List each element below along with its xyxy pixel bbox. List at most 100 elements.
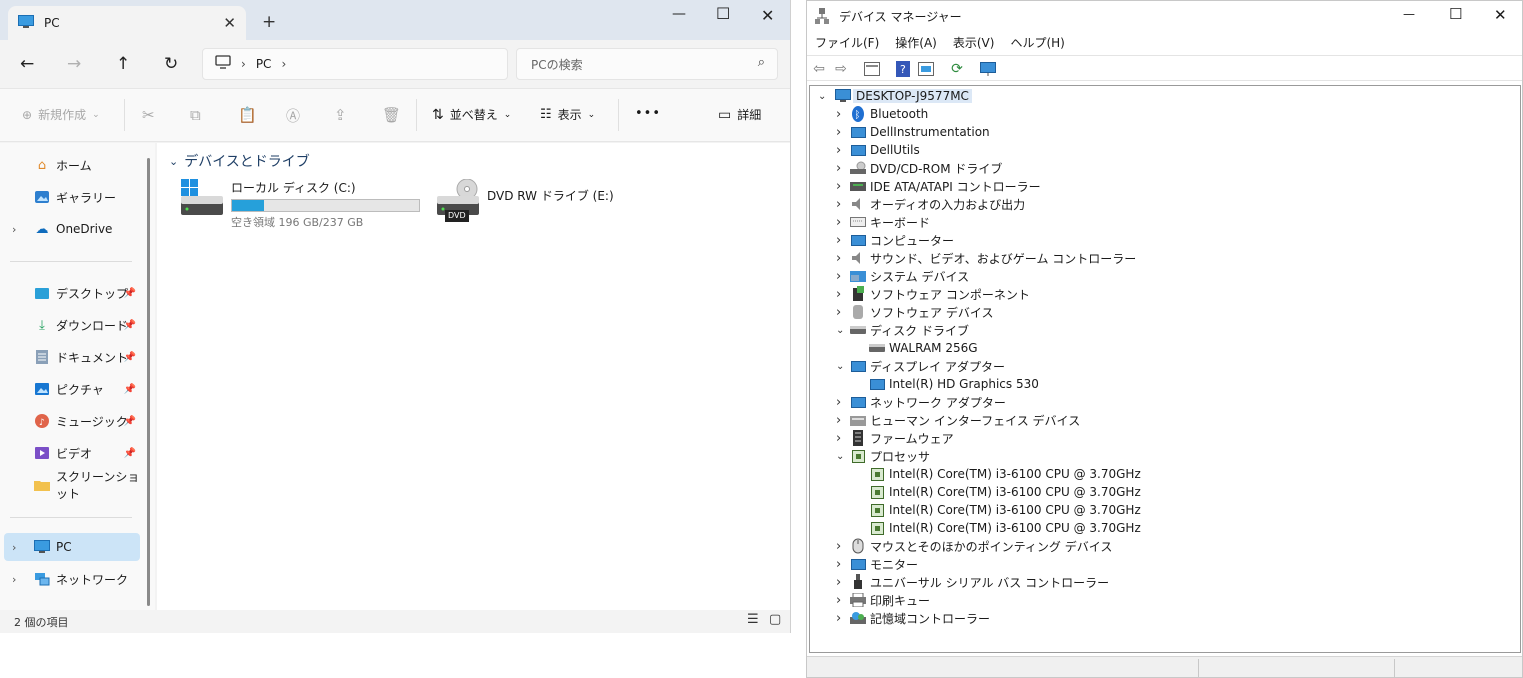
sort-button[interactable]: ⇅ 並べ替え ⌄ bbox=[432, 106, 511, 123]
chevron-right-icon[interactable]: › bbox=[12, 573, 16, 586]
view-button[interactable]: ☷ 表示 ⌄ bbox=[540, 106, 595, 123]
tree-category[interactable]: › ユニバーサル シリアル バス コントローラー bbox=[810, 573, 1500, 591]
details-view-icon[interactable]: ☰ bbox=[747, 612, 759, 627]
expand-chevron-right-icon[interactable]: › bbox=[836, 161, 841, 176]
details-button[interactable]: ▭ 詳細 bbox=[718, 106, 761, 123]
expand-chevron-right-icon[interactable]: › bbox=[836, 539, 841, 554]
pin-icon[interactable]: 📌 bbox=[124, 416, 136, 427]
dm-maximize-button[interactable]: ☐ bbox=[1449, 5, 1462, 23]
tree-category[interactable]: › 印刷キュー bbox=[810, 591, 1500, 609]
expand-chevron-down-icon[interactable]: ⌄ bbox=[836, 325, 844, 336]
nav-item-home[interactable]: ⌂ ホーム bbox=[4, 151, 140, 179]
pin-icon[interactable]: 📌 bbox=[124, 320, 136, 331]
pin-icon[interactable]: 📌 bbox=[124, 288, 136, 299]
copy-icon[interactable]: ⧉ bbox=[190, 106, 201, 124]
nav-item-music[interactable]: ♪ ミュージック 📌 bbox=[4, 407, 140, 435]
expand-chevron-down-icon[interactable]: ⌄ bbox=[836, 361, 844, 372]
tree-category[interactable]: ⌄ プロセッサ bbox=[810, 447, 1500, 465]
expand-chevron-right-icon[interactable]: › bbox=[836, 107, 841, 122]
tree-device[interactable]: Intel(R) Core(TM) i3-6100 CPU @ 3.70GHz bbox=[810, 501, 1500, 519]
new-tab-button[interactable]: + bbox=[262, 12, 276, 32]
breadcrumb-pc[interactable]: PC bbox=[256, 57, 272, 71]
dm-minimize-button[interactable]: — bbox=[1403, 7, 1415, 21]
expand-chevron-right-icon[interactable]: › bbox=[836, 179, 841, 194]
tree-device[interactable]: Intel(R) Core(TM) i3-6100 CPU @ 3.70GHz bbox=[810, 465, 1500, 483]
up-button[interactable]: ↑ bbox=[116, 54, 130, 74]
expand-chevron-down-icon[interactable]: ⌄ bbox=[818, 91, 826, 102]
expand-chevron-right-icon[interactable]: › bbox=[836, 215, 841, 230]
expand-chevron-right-icon[interactable]: › bbox=[836, 557, 841, 572]
search-input[interactable]: PCの検索 bbox=[531, 56, 583, 73]
expand-chevron-right-icon[interactable]: › bbox=[836, 233, 841, 248]
expand-chevron-right-icon[interactable]: › bbox=[836, 197, 841, 212]
menu-action[interactable]: 操作(A) bbox=[895, 34, 937, 51]
tree-root[interactable]: ⌄ DESKTOP-J9577MC bbox=[818, 87, 1018, 105]
minimize-button[interactable]: — bbox=[672, 6, 686, 22]
menu-file[interactable]: ファイル(F) bbox=[815, 34, 879, 51]
update-driver-icon[interactable] bbox=[917, 60, 935, 78]
forward-button[interactable]: → bbox=[67, 54, 81, 74]
tree-category[interactable]: › コンピューター bbox=[810, 231, 1500, 249]
dm-close-button[interactable]: ✕ bbox=[1494, 6, 1507, 24]
tab-pc[interactable]: PC ✕ bbox=[8, 6, 246, 40]
close-window-button[interactable]: ✕ bbox=[761, 6, 774, 25]
monitor-icon[interactable] bbox=[979, 60, 997, 78]
back-arrow-icon[interactable]: ⇦ bbox=[810, 60, 828, 78]
tree-device[interactable]: Intel(R) Core(TM) i3-6100 CPU @ 3.70GHz bbox=[810, 519, 1500, 537]
expand-chevron-right-icon[interactable]: › bbox=[836, 593, 841, 608]
nav-item-downloads[interactable]: ⤓ ダウンロード 📌 bbox=[4, 311, 140, 339]
expand-chevron-right-icon[interactable]: › bbox=[836, 251, 841, 266]
expand-chevron-right-icon[interactable]: › bbox=[836, 125, 841, 140]
pin-icon[interactable]: 📌 bbox=[124, 448, 136, 459]
properties-icon[interactable] bbox=[863, 60, 881, 78]
tree-category[interactable]: › ソフトウェア デバイス bbox=[810, 303, 1500, 321]
tree-device[interactable]: Intel(R) Core(TM) i3-6100 CPU @ 3.70GHz bbox=[810, 483, 1500, 501]
tree-category[interactable]: › システム デバイス bbox=[810, 267, 1500, 285]
share-icon[interactable]: ⇪ bbox=[334, 106, 347, 124]
tree-category[interactable]: › IDE ATA/ATAPI コントローラー bbox=[810, 177, 1500, 195]
drive-c[interactable]: ローカル ディスク (C:) 空き領域 196 GB/237 GB bbox=[179, 179, 420, 230]
expand-chevron-right-icon[interactable]: › bbox=[836, 575, 841, 590]
rename-icon[interactable]: Ⓐ bbox=[286, 106, 300, 126]
tree-category[interactable]: › サウンド、ビデオ、およびゲーム コントローラー bbox=[810, 249, 1500, 267]
expand-chevron-right-icon[interactable]: › bbox=[836, 611, 841, 626]
tree-category[interactable]: › DellInstrumentation bbox=[810, 123, 1500, 141]
tree-category[interactable]: › ヒューマン インターフェイス デバイス bbox=[810, 411, 1500, 429]
tree-category[interactable]: › ᛒ Bluetooth bbox=[810, 105, 1500, 123]
nav-item-pc[interactable]: › PC bbox=[4, 533, 140, 561]
expand-chevron-right-icon[interactable]: › bbox=[836, 143, 841, 158]
expand-chevron-right-icon[interactable]: › bbox=[836, 413, 841, 428]
search-box[interactable]: PCの検索 ⌕ bbox=[516, 48, 778, 80]
tree-category[interactable]: › DellUtils bbox=[810, 141, 1500, 159]
tree-category[interactable]: › 記憶域コントローラー bbox=[810, 609, 1500, 627]
tree-device[interactable]: WALRAM 256G bbox=[810, 339, 1500, 357]
paste-icon[interactable]: 📋 bbox=[238, 106, 257, 124]
delete-icon[interactable]: 🗑 bbox=[382, 106, 401, 124]
maximize-button[interactable]: ☐ bbox=[716, 4, 730, 23]
tree-category[interactable]: ⌄ ディスク ドライブ bbox=[810, 321, 1500, 339]
expand-chevron-right-icon[interactable]: › bbox=[836, 269, 841, 284]
drive-e[interactable]: DVD DVD RW ドライブ (E:) bbox=[435, 178, 614, 223]
nav-item-screenshots[interactable]: スクリーンショット bbox=[4, 470, 140, 501]
tree-category[interactable]: › ファームウェア bbox=[810, 429, 1500, 447]
tree-category[interactable]: › モニター bbox=[810, 555, 1500, 573]
expand-chevron-right-icon[interactable]: › bbox=[836, 395, 841, 410]
forward-arrow-icon[interactable]: ⇨ bbox=[832, 60, 850, 78]
nav-item-videos[interactable]: ビデオ 📌 bbox=[4, 439, 140, 467]
tiles-view-icon[interactable]: ▢ bbox=[769, 612, 781, 627]
refresh-button[interactable]: ↻ bbox=[164, 54, 178, 74]
menu-help[interactable]: ヘルプ(H) bbox=[1010, 34, 1064, 51]
nav-item-pictures[interactable]: ピクチャ 📌 bbox=[4, 375, 140, 403]
expand-chevron-right-icon[interactable]: › bbox=[836, 305, 841, 320]
tree-category[interactable]: › キーボード bbox=[810, 213, 1500, 231]
tree-category[interactable]: › オーディオの入力および出力 bbox=[810, 195, 1500, 213]
chevron-right-icon[interactable]: › bbox=[12, 223, 16, 236]
tree-category[interactable]: › ソフトウェア コンポーネント bbox=[810, 285, 1500, 303]
expand-chevron-right-icon[interactable]: › bbox=[836, 431, 841, 446]
tree-category[interactable]: ⌄ ディスプレイ アダプター bbox=[810, 357, 1500, 375]
help-icon[interactable]: ? bbox=[894, 60, 912, 78]
tree-category[interactable]: › ネットワーク アダプター bbox=[810, 393, 1500, 411]
expand-chevron-down-icon[interactable]: ⌄ bbox=[836, 451, 844, 462]
menu-view[interactable]: 表示(V) bbox=[953, 34, 995, 51]
cut-icon[interactable]: ✂ bbox=[142, 106, 155, 124]
